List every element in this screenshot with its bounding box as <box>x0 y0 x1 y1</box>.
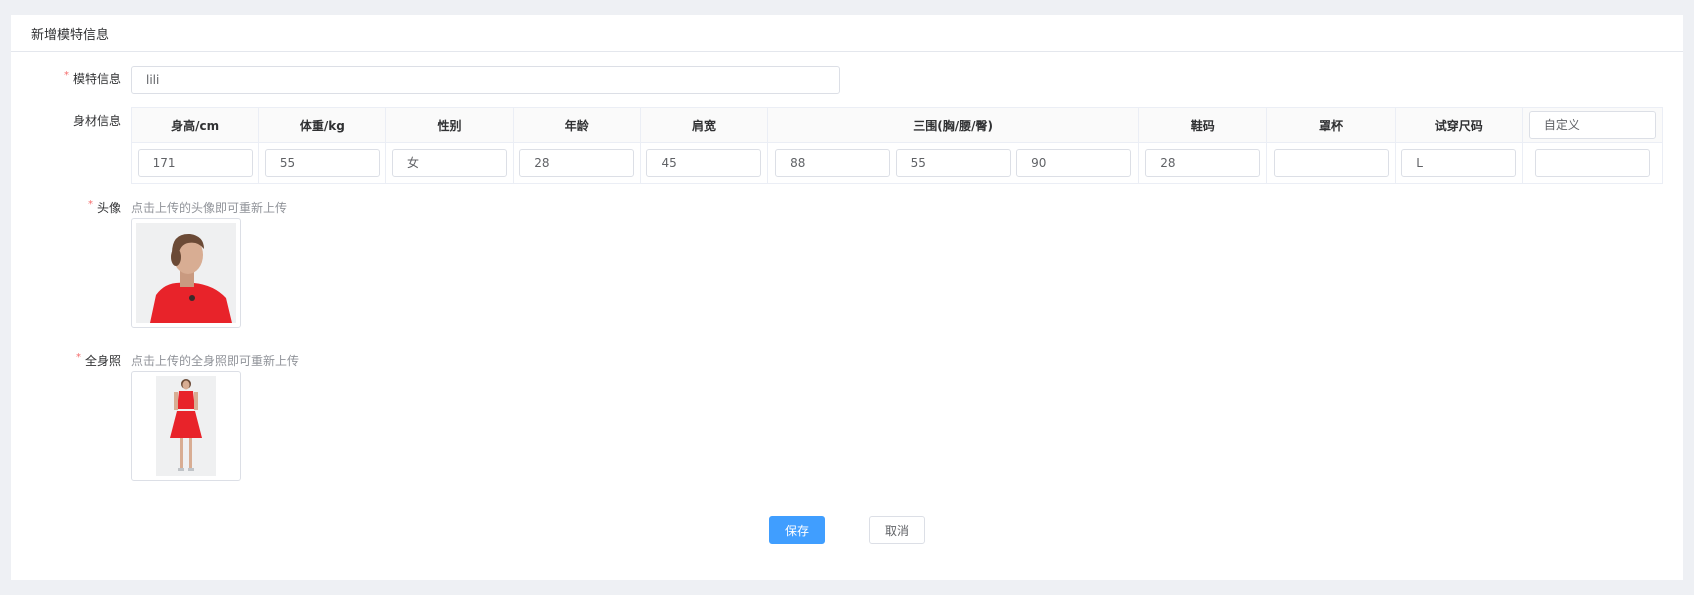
model-info-input[interactable]: lili <box>131 66 840 94</box>
avatar-hint: 点击上传的头像即可重新上传 <box>131 201 288 215</box>
bust-input[interactable]: 88 <box>775 149 891 177</box>
avatar-label: * 头像 <box>11 199 121 216</box>
header-gender: 性别 <box>385 107 514 143</box>
header-measurements: 三围(胸/腰/臀) <box>767 107 1140 143</box>
measurements-group: 88 55 90 <box>768 149 1138 177</box>
header-weight: 体重/kg <box>258 107 387 143</box>
table-header-row: 身高/cm 体重/kg 性别 年龄 肩宽 三围(胸/腰/臀) 鞋码 罩杯 试穿尺… <box>130 107 1664 143</box>
trial-size-input[interactable]: L <box>1401 149 1517 177</box>
form-card: 新增模特信息 * 模特信息 lili 身材信息 身高/cm 体重/kg 性别 年龄… <box>11 15 1683 580</box>
avatar-label-text: 头像 <box>96 201 121 215</box>
shoe-input[interactable]: 28 <box>1145 149 1261 177</box>
height-input[interactable]: 171 <box>137 149 253 177</box>
weight-input[interactable]: 55 <box>264 149 380 177</box>
avatar-photo <box>136 223 236 323</box>
required-mark: * <box>75 352 81 363</box>
model-info-label-text: 模特信息 <box>72 72 121 86</box>
age-input[interactable]: 28 <box>519 149 635 177</box>
header-cup: 罩杯 <box>1266 107 1396 143</box>
required-mark: * <box>63 70 69 81</box>
cancel-button[interactable]: 取消 <box>869 516 925 544</box>
cup-input[interactable] <box>1273 149 1389 177</box>
header-custom: 自定义 <box>1521 107 1664 143</box>
header-shoulder: 肩宽 <box>639 107 769 143</box>
hip-input[interactable]: 90 <box>1016 149 1132 177</box>
full-body-hint: 点击上传的全身照即可重新上传 <box>131 354 300 368</box>
full-body-label: * 全身照 <box>11 352 121 369</box>
page-title: 新增模特信息 <box>31 27 110 43</box>
custom-input[interactable] <box>1534 149 1650 177</box>
full-body-photo <box>156 376 216 476</box>
shoulder-input[interactable]: 45 <box>646 149 762 177</box>
save-button[interactable]: 保存 <box>769 516 825 544</box>
avatar-upload[interactable] <box>131 218 241 328</box>
waist-input[interactable]: 55 <box>895 149 1011 177</box>
full-body-upload[interactable] <box>131 371 241 481</box>
card-header: 新增模特信息 <box>11 15 1683 52</box>
header-height: 身高/cm <box>130 107 260 143</box>
model-info-label: * 模特信息 <box>11 70 121 87</box>
body-info-label: 身材信息 <box>72 114 121 128</box>
full-body-label-text: 全身照 <box>84 354 121 368</box>
header-shoe: 鞋码 <box>1138 107 1268 143</box>
gender-input[interactable]: 女 <box>392 149 508 177</box>
required-mark: * <box>87 199 93 210</box>
header-trial-size: 试穿尺码 <box>1394 107 1523 143</box>
body-info-table: 身高/cm 体重/kg 性别 年龄 肩宽 三围(胸/腰/臀) 鞋码 罩杯 试穿尺… <box>130 107 1664 184</box>
table-row: 171 55 女 28 45 88 55 90 28 L <box>130 142 1664 184</box>
header-age: 年龄 <box>512 107 641 143</box>
custom-header-input[interactable]: 自定义 <box>1528 111 1656 139</box>
